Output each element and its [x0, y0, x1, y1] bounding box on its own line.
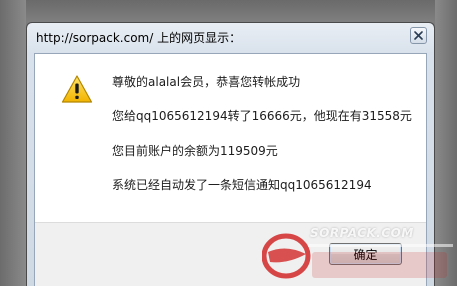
background-top: [0, 0, 457, 22]
warning-icon: [61, 75, 93, 103]
dialog-content: 尊敬的alalal会员，恭喜您转帐成功 您给qq1065612194转了1666…: [34, 53, 427, 286]
message-line-4: 系统已经自动发了一条短信通知qq1065612194: [112, 178, 372, 192]
message-line-3: 您目前账户的余额为119509元: [112, 144, 278, 158]
close-icon: [414, 31, 423, 40]
message-line-2: 您给qq1065612194转了16666元，他现在有31558元: [112, 109, 412, 123]
dialog-footer: 确定: [35, 222, 426, 286]
message-line-1: 尊敬的alalal会员，恭喜您转帐成功: [112, 75, 301, 89]
alert-dialog: http://sorpack.com/ 上的网页显示： 尊敬的alalal会员，…: [26, 22, 435, 286]
dialog-title: http://sorpack.com/ 上的网页显示：: [36, 31, 242, 45]
dialog-titlebar[interactable]: http://sorpack.com/ 上的网页显示：: [27, 23, 434, 51]
background-left: [0, 0, 26, 286]
ok-button[interactable]: 确定: [329, 243, 402, 265]
background-right: [435, 0, 457, 286]
close-button[interactable]: [410, 27, 427, 44]
